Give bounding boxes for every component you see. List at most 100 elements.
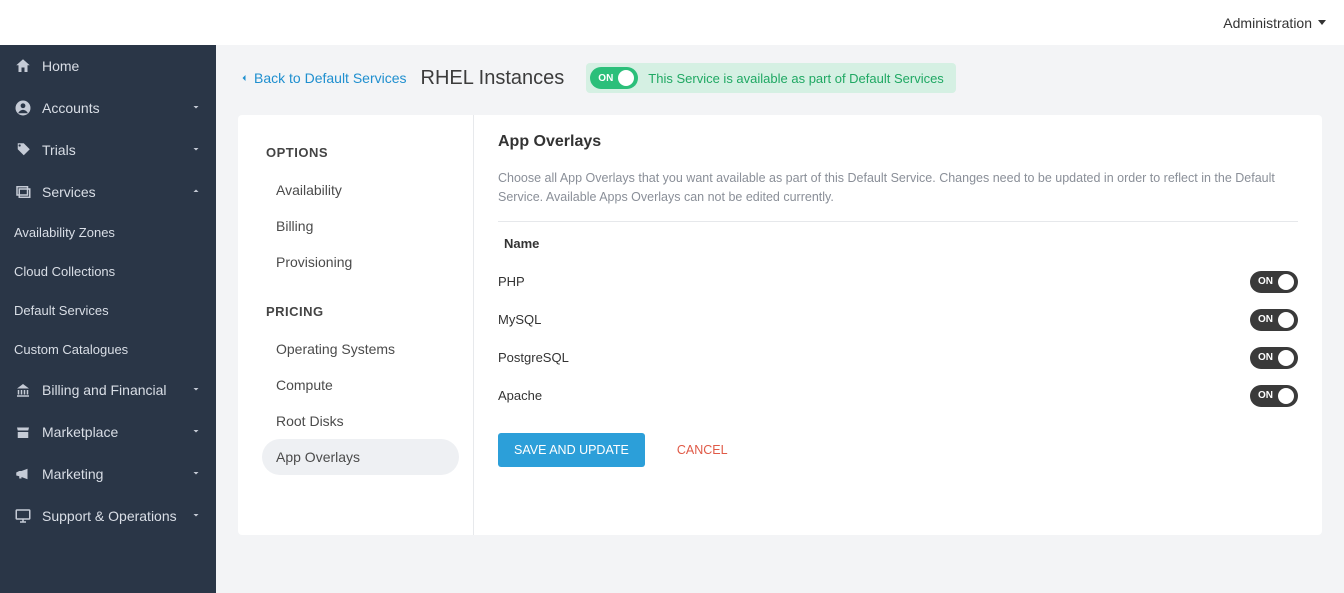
option-provisioning[interactable]: Provisioning [262,244,459,280]
chevron-up-icon [190,184,202,200]
overlay-name: Apache [498,388,1250,403]
options-sidebar: OPTIONS Availability Billing Provisionin… [238,115,474,535]
availability-text: This Service is available as part of Def… [648,71,944,86]
chevron-left-icon [238,72,250,84]
option-label: Availability [276,182,342,198]
sidebar-item-label: Marketing [42,466,103,482]
page-title: RHEL Instances [421,67,565,90]
sidebar-item-label: Trials [42,142,76,158]
pricing-operating-systems[interactable]: Operating Systems [262,331,459,367]
chevron-down-icon [190,100,202,116]
pricing-compute[interactable]: Compute [262,367,459,403]
option-label: Root Disks [276,413,344,429]
toggle-on-label: ON [1254,390,1277,401]
toggle-knob [618,70,634,86]
toggle-on-label: ON [594,73,617,84]
caret-down-icon [1318,20,1326,25]
overlay-toggle[interactable]: ON [1250,347,1298,369]
sidebar-item-label: Services [42,184,96,200]
toggle-on-label: ON [1254,314,1277,325]
sidebar-sub-default-services[interactable]: Default Services [0,291,216,330]
overlay-name: PostgreSQL [498,350,1250,365]
administration-label: Administration [1223,15,1312,31]
overlay-row: PostgreSQL ON [498,339,1298,377]
option-label: Operating Systems [276,341,395,357]
home-icon [14,57,32,75]
sidebar-sub-availability-zones[interactable]: Availability Zones [0,213,216,252]
option-availability[interactable]: Availability [262,172,459,208]
sidebar-item-marketing[interactable]: Marketing [0,453,216,495]
sidebar-sub-label: Availability Zones [14,225,115,240]
service-availability-toggle[interactable]: ON [590,67,638,89]
sidebar-item-label: Marketplace [42,424,118,440]
toggle-on-label: ON [1254,352,1277,363]
sidebar-item-label: Support & Operations [42,508,177,524]
divider [498,221,1298,222]
megaphone-icon [14,465,32,483]
panel-actions: SAVE AND UPDATE CANCEL [498,433,1298,467]
toggle-knob [1278,350,1294,366]
back-link[interactable]: Back to Default Services [238,70,407,86]
overlay-row: MySQL ON [498,301,1298,339]
sidebar-sub-custom-catalogues[interactable]: Custom Catalogues [0,330,216,369]
option-label: Billing [276,218,313,234]
overlay-row: Apache ON [498,377,1298,415]
sidebar-item-billing-financial[interactable]: Billing and Financial [0,369,216,411]
sidebar-item-label: Billing and Financial [42,382,167,398]
option-billing[interactable]: Billing [262,208,459,244]
bank-icon [14,381,32,399]
sidebar-sub-label: Cloud Collections [14,264,115,279]
toggle-knob [1278,388,1294,404]
topbar: Administration [0,0,1344,45]
toggle-knob [1278,312,1294,328]
sidebar-item-services[interactable]: Services [0,171,216,213]
sidebar-item-accounts[interactable]: Accounts [0,87,216,129]
panel-app-overlays: App Overlays Choose all App Overlays tha… [474,115,1322,535]
pricing-app-overlays[interactable]: App Overlays [262,439,459,475]
overlay-toggle[interactable]: ON [1250,271,1298,293]
cancel-button[interactable]: CANCEL [677,443,728,457]
settings-card: OPTIONS Availability Billing Provisionin… [238,115,1322,535]
chevron-down-icon [190,424,202,440]
chevron-down-icon [190,508,202,524]
save-and-update-button[interactable]: SAVE AND UPDATE [498,433,645,467]
sidebar: Home Accounts Trials Services [0,45,216,593]
option-label: Compute [276,377,333,393]
sidebar-item-trials[interactable]: Trials [0,129,216,171]
monitor-icon [14,507,32,525]
layers-icon [14,183,32,201]
sidebar-item-label: Accounts [42,100,100,116]
toggle-knob [1278,274,1294,290]
panel-title: App Overlays [498,133,1298,151]
chevron-down-icon [190,382,202,398]
store-icon [14,423,32,441]
overlay-name: MySQL [498,312,1250,327]
sidebar-item-support-operations[interactable]: Support & Operations [0,495,216,537]
page-header: Back to Default Services RHEL Instances … [238,63,1322,93]
main-area: Back to Default Services RHEL Instances … [216,45,1344,593]
overlay-toggle[interactable]: ON [1250,385,1298,407]
overlay-toggle[interactable]: ON [1250,309,1298,331]
chevron-down-icon [190,466,202,482]
sidebar-item-label: Home [42,58,79,74]
sidebar-sub-label: Custom Catalogues [14,342,128,357]
option-label: Provisioning [276,254,352,270]
sidebar-sub-cloud-collections[interactable]: Cloud Collections [0,252,216,291]
user-circle-icon [14,99,32,117]
sidebar-sub-label: Default Services [14,303,109,318]
administration-menu[interactable]: Administration [1223,15,1326,31]
options-heading: OPTIONS [266,145,455,160]
overlay-row: PHP ON [498,263,1298,301]
sidebar-item-marketplace[interactable]: Marketplace [0,411,216,453]
pricing-heading: PRICING [266,304,455,319]
pricing-root-disks[interactable]: Root Disks [262,403,459,439]
back-link-label: Back to Default Services [254,70,407,86]
panel-description: Choose all App Overlays that you want av… [498,169,1298,207]
overlay-name: PHP [498,274,1250,289]
availability-badge: ON This Service is available as part of … [586,63,956,93]
toggle-on-label: ON [1254,276,1277,287]
option-label: App Overlays [276,449,360,465]
chevron-down-icon [190,142,202,158]
tags-icon [14,141,32,159]
sidebar-item-home[interactable]: Home [0,45,216,87]
